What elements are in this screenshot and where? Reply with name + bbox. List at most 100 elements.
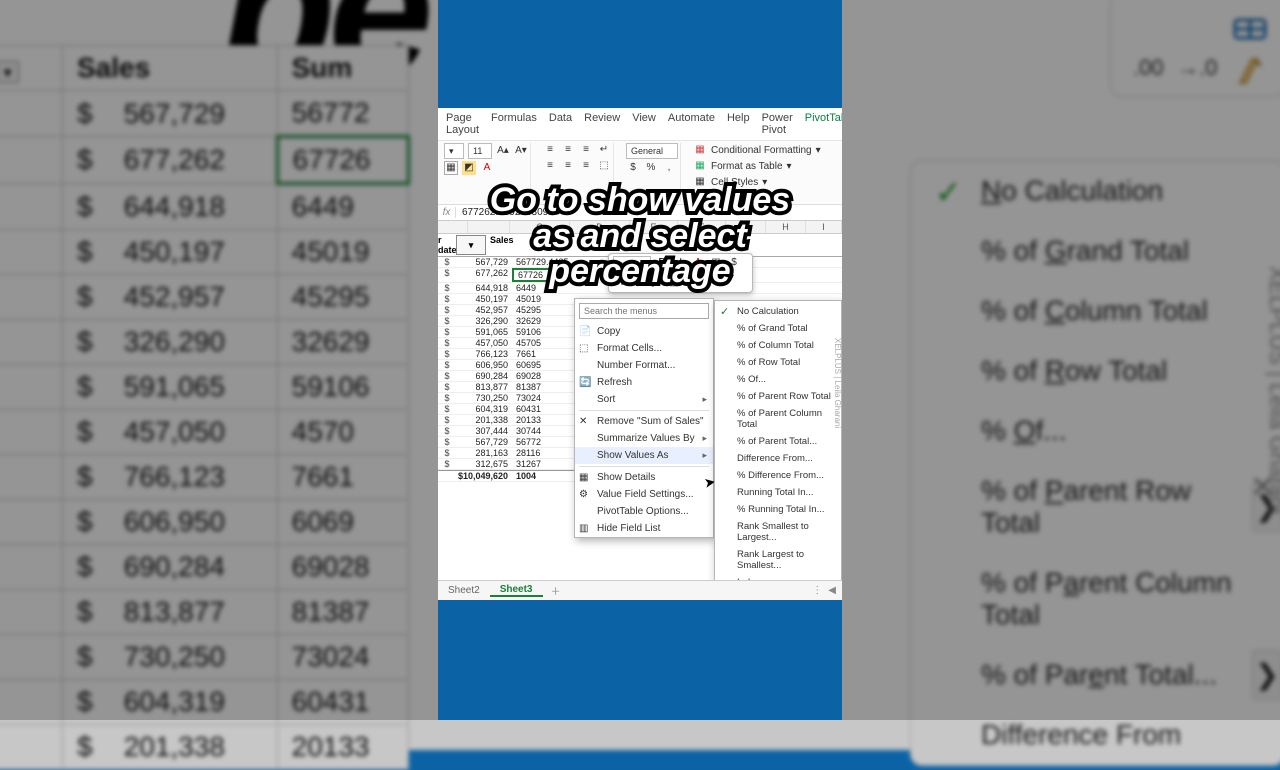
align-right-icon[interactable]: ≡ [579,159,593,173]
context-menu-item[interactable]: Show Values As [575,447,713,464]
add-sheet-button[interactable]: ＋ [543,583,569,598]
submenu-item[interactable]: % Of... [715,371,841,388]
number-format-dropdown[interactable]: General [626,143,678,159]
context-menu-item[interactable]: Number Format... [575,357,713,374]
conditional-formatting-button[interactable]: Conditional Formatting [711,145,812,156]
bg-flyout-item[interactable]: Difference From [911,705,1280,765]
fill-color-icon[interactable]: ◩ [462,161,476,175]
tab-scroll-left-icon[interactable]: ◀ [828,585,836,596]
mini-dollar-icon[interactable]: $ [727,256,741,270]
context-menu-item[interactable]: ▥Hide Field List [575,520,713,537]
col-f[interactable]: F [678,221,726,233]
mini-font[interactable]: ▾ [613,256,651,272]
ribbon-tab[interactable]: Help [727,112,750,136]
submenu-item[interactable]: % of Row Total [715,354,841,371]
col-h[interactable]: H [766,221,806,233]
ribbon-tab[interactable]: Automate [668,112,715,136]
align-mid-icon[interactable]: ≡ [561,143,575,157]
mini-comma-icon[interactable]: , [631,276,645,290]
align-top-icon[interactable]: ≡ [543,143,557,157]
ribbon-tab[interactable]: Review [584,112,620,136]
submenu-item[interactable]: % Running Total In... [715,501,841,518]
context-menu-item[interactable]: PivotTable Options... [575,503,713,520]
bg-flyout-item[interactable]: % of Column Total [911,281,1280,341]
mini-italic-icon[interactable]: I [673,256,687,270]
merge-icon[interactable]: ⬚ [597,159,611,173]
menu-search[interactable] [579,303,709,319]
context-menu[interactable]: 📄Copy⬚Format Cells...Number Format...🔄Re… [574,298,714,538]
ribbon-tab[interactable]: Page Layout [446,112,479,136]
fx-icon[interactable]: fx [438,207,456,218]
format-as-table-button[interactable]: Format as Table [711,161,783,172]
col-d[interactable]: D [570,221,630,233]
bg-flyout-item[interactable]: % of Parent Column Total [911,553,1280,645]
submenu-item[interactable]: % of Parent Row Total [715,388,841,405]
show-values-as-submenu[interactable]: No Calculation% of Grand Total% of Colum… [714,300,842,594]
context-menu-item[interactable]: ⚙Value Field Settings... [575,486,713,503]
accounting-icon[interactable]: $ [626,161,640,175]
sheet-tab-sheet3[interactable]: Sheet3 [490,584,543,597]
chevron-right-icon[interactable]: ❯ [1252,650,1280,700]
filter-dropdown-icon[interactable]: ▾ [0,61,19,83]
mini-toolbar[interactable]: ▾ B I A ▦ $ % , 🖌 ▤ [608,253,753,293]
col-e[interactable]: E [630,221,678,233]
formula-value[interactable]: 677262.109246309 [456,205,842,220]
submenu-item[interactable]: % of Parent Column Total [715,405,841,433]
submenu-item[interactable]: % of Parent Total... [715,433,841,450]
comma-icon[interactable]: , [662,161,676,175]
submenu-item[interactable]: Rank Largest to Smallest... [715,546,841,574]
ribbon-tab[interactable]: Data [549,112,572,136]
mini-bold-icon[interactable]: B [655,256,669,270]
mini-pivot-icon[interactable]: ▤ [667,276,681,290]
borders-icon[interactable]: ▦ [444,161,458,175]
ribbon-tab[interactable]: View [632,112,656,136]
font-size-dropdown[interactable]: 11 [468,143,492,159]
context-menu-item[interactable]: Sort [575,391,713,408]
submenu-item[interactable]: % of Column Total [715,337,841,354]
cond-format-icon[interactable]: ▦ [693,143,707,157]
bg-flyout-item[interactable]: % of Parent Total...❯ [911,645,1280,705]
mini-percent-icon[interactable]: % [613,276,627,290]
context-menu-item[interactable]: ⬚Format Cells... [575,340,713,357]
submenu-item[interactable]: % of Grand Total [715,320,841,337]
cell-styles-icon[interactable]: ▦ [693,175,707,189]
context-menu-item[interactable]: ▦Show Details [575,469,713,486]
bg-flyout-item[interactable]: % of Row Total [911,341,1280,401]
font-family-dropdown[interactable]: ▾ [444,143,464,159]
tab-scroll-menu-icon[interactable]: ⋮ [812,585,822,596]
wrap-text-icon[interactable]: ↵ [597,143,611,157]
submenu-item[interactable]: No Calculation [715,303,841,320]
align-center-icon[interactable]: ≡ [561,159,575,173]
bg-flyout-item[interactable]: % of Parent Row Total❯ [911,461,1280,553]
mini-border-icon[interactable]: ▦ [709,256,723,270]
bg-flyout-item[interactable]: % Of... [911,401,1280,461]
percent-icon[interactable]: % [644,161,658,175]
ribbon-tab[interactable]: PivotTable [805,112,842,136]
submenu-item[interactable]: Rank Smallest to Largest... [715,518,841,546]
context-menu-item[interactable]: 🔄Refresh [575,374,713,391]
submenu-item[interactable]: % Difference From... [715,467,841,484]
font-color-icon[interactable]: A [480,161,494,175]
col-i[interactable]: I [806,221,842,233]
formula-bar[interactable]: fx 677262.109246309 [438,205,842,221]
bg-flyout-item[interactable]: % of Grand Total [911,221,1280,281]
bg-flyout-item[interactable]: No Calculation [911,161,1280,221]
ribbon-tab[interactable]: Formulas [491,112,537,136]
col-g[interactable]: G [726,221,766,233]
col-c[interactable]: C [510,221,570,233]
context-menu-item[interactable]: Summarize Values By [575,430,713,447]
increase-font-icon[interactable]: A▴ [496,144,510,158]
sheet-tab-sheet2[interactable]: Sheet2 [438,585,490,596]
align-bot-icon[interactable]: ≡ [579,143,593,157]
cell-styles-button[interactable]: Cell Styles [711,177,758,188]
submenu-item[interactable]: Running Total In... [715,484,841,501]
format-table-icon[interactable]: ▦ [693,159,707,173]
ribbon-tab[interactable]: Power Pivot [762,112,793,136]
mini-paint-icon[interactable]: 🖌 [649,276,663,290]
mini-fontcolor-icon[interactable]: A [691,256,705,270]
decrease-font-icon[interactable]: A▾ [514,144,528,158]
context-menu-item[interactable]: 📄Copy [575,323,713,340]
menu-search-input[interactable] [579,303,709,319]
context-menu-item[interactable]: ✕Remove "Sum of Sales" [575,413,713,430]
submenu-item[interactable]: Difference From... [715,450,841,467]
